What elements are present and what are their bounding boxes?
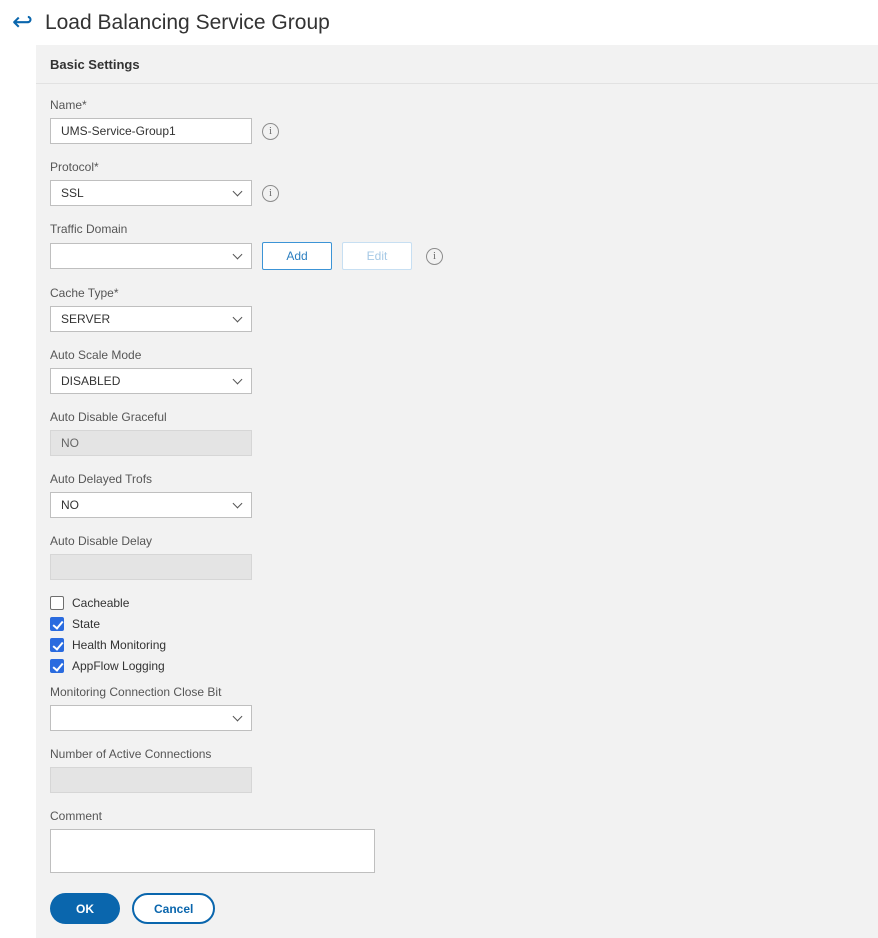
cache-type-select-value: SERVER bbox=[61, 312, 111, 326]
checkbox-state[interactable]: State bbox=[50, 617, 864, 631]
section-title: Basic Settings bbox=[50, 57, 140, 72]
checkbox-icon bbox=[50, 596, 64, 610]
protocol-select-value: SSL bbox=[61, 186, 84, 200]
edit-button: Edit bbox=[342, 242, 412, 270]
field-auto-disable-graceful: Auto Disable Graceful bbox=[50, 410, 864, 456]
action-buttons: OK Cancel bbox=[50, 893, 864, 924]
back-arrow-icon: ↩ bbox=[12, 8, 33, 36]
field-cache-type: Cache Type* SERVER bbox=[50, 286, 864, 332]
add-button[interactable]: Add bbox=[262, 242, 332, 270]
chevron-down-icon bbox=[232, 312, 243, 323]
checkbox-cacheable[interactable]: Cacheable bbox=[50, 596, 864, 610]
cacheable-label: Cacheable bbox=[72, 596, 130, 610]
auto-delayed-trofs-label: Auto Delayed Trofs bbox=[50, 472, 153, 486]
auto-disable-graceful-input bbox=[50, 430, 252, 456]
field-monitoring-connection-close-bit: Monitoring Connection Close Bit bbox=[50, 685, 864, 731]
panel-body: Name* i Protocol* SSL i Traffic Domain bbox=[36, 84, 878, 938]
protocol-label: Protocol* bbox=[50, 160, 99, 174]
checkbox-icon bbox=[50, 617, 64, 631]
cache-type-select[interactable]: SERVER bbox=[50, 306, 252, 332]
auto-delayed-trofs-select[interactable]: NO bbox=[50, 492, 252, 518]
cache-type-label: Cache Type* bbox=[50, 286, 119, 300]
protocol-select[interactable]: SSL bbox=[50, 180, 252, 206]
appflow-logging-label: AppFlow Logging bbox=[72, 659, 165, 673]
field-auto-delayed-trofs: Auto Delayed Trofs NO bbox=[50, 472, 864, 518]
field-number-of-active-connections: Number of Active Connections bbox=[50, 747, 864, 793]
health-monitoring-label: Health Monitoring bbox=[72, 638, 167, 652]
field-comment: Comment bbox=[50, 809, 864, 873]
chevron-down-icon bbox=[232, 711, 243, 722]
checkbox-icon bbox=[50, 638, 64, 652]
info-icon[interactable]: i bbox=[262, 184, 279, 202]
section-header-basic-settings: Basic Settings bbox=[36, 45, 878, 84]
field-traffic-domain: Traffic Domain Add Edit i bbox=[50, 222, 864, 270]
chevron-down-icon bbox=[232, 186, 243, 197]
info-icon[interactable]: i bbox=[426, 247, 443, 265]
checkbox-appflow-logging[interactable]: AppFlow Logging bbox=[50, 659, 864, 673]
field-auto-scale-mode: Auto Scale Mode DISABLED bbox=[50, 348, 864, 394]
cancel-button[interactable]: Cancel bbox=[132, 893, 216, 924]
field-protocol: Protocol* SSL i bbox=[50, 160, 864, 206]
back-button[interactable]: ↩ bbox=[12, 10, 33, 35]
checkbox-health-monitoring[interactable]: Health Monitoring bbox=[50, 638, 864, 652]
traffic-domain-label: Traffic Domain bbox=[50, 222, 128, 236]
monitoring-connection-close-bit-label: Monitoring Connection Close Bit bbox=[50, 685, 222, 699]
auto-scale-mode-select-value: DISABLED bbox=[61, 374, 121, 388]
auto-delayed-trofs-select-value: NO bbox=[61, 498, 79, 512]
chevron-down-icon bbox=[232, 249, 243, 260]
state-label: State bbox=[72, 617, 101, 631]
comment-textarea[interactable] bbox=[50, 829, 375, 873]
comment-label: Comment bbox=[50, 809, 103, 823]
field-auto-disable-delay: Auto Disable Delay bbox=[50, 534, 864, 580]
page-header: ↩ Load Balancing Service Group bbox=[0, 0, 878, 45]
auto-disable-delay-input bbox=[50, 554, 252, 580]
checkbox-icon bbox=[50, 659, 64, 673]
number-of-active-connections-label: Number of Active Connections bbox=[50, 747, 212, 761]
auto-disable-graceful-label: Auto Disable Graceful bbox=[50, 410, 167, 424]
monitoring-connection-close-bit-select[interactable] bbox=[50, 705, 252, 731]
traffic-domain-select[interactable] bbox=[50, 243, 252, 269]
checkbox-group: Cacheable State Health Monitoring AppFlo… bbox=[50, 596, 864, 673]
page-title: Load Balancing Service Group bbox=[44, 10, 330, 34]
name-input[interactable] bbox=[50, 118, 252, 144]
number-of-active-connections-input bbox=[50, 767, 252, 793]
auto-scale-mode-select[interactable]: DISABLED bbox=[50, 368, 252, 394]
chevron-down-icon bbox=[232, 498, 243, 509]
basic-settings-panel: Basic Settings Name* i Protocol* SSL i T… bbox=[36, 45, 878, 938]
ok-button[interactable]: OK bbox=[50, 893, 120, 924]
info-icon[interactable]: i bbox=[262, 122, 279, 140]
name-label: Name* bbox=[50, 98, 87, 112]
auto-disable-delay-label: Auto Disable Delay bbox=[50, 534, 153, 548]
chevron-down-icon bbox=[232, 374, 243, 385]
field-name: Name* i bbox=[50, 98, 864, 144]
auto-scale-mode-label: Auto Scale Mode bbox=[50, 348, 142, 362]
